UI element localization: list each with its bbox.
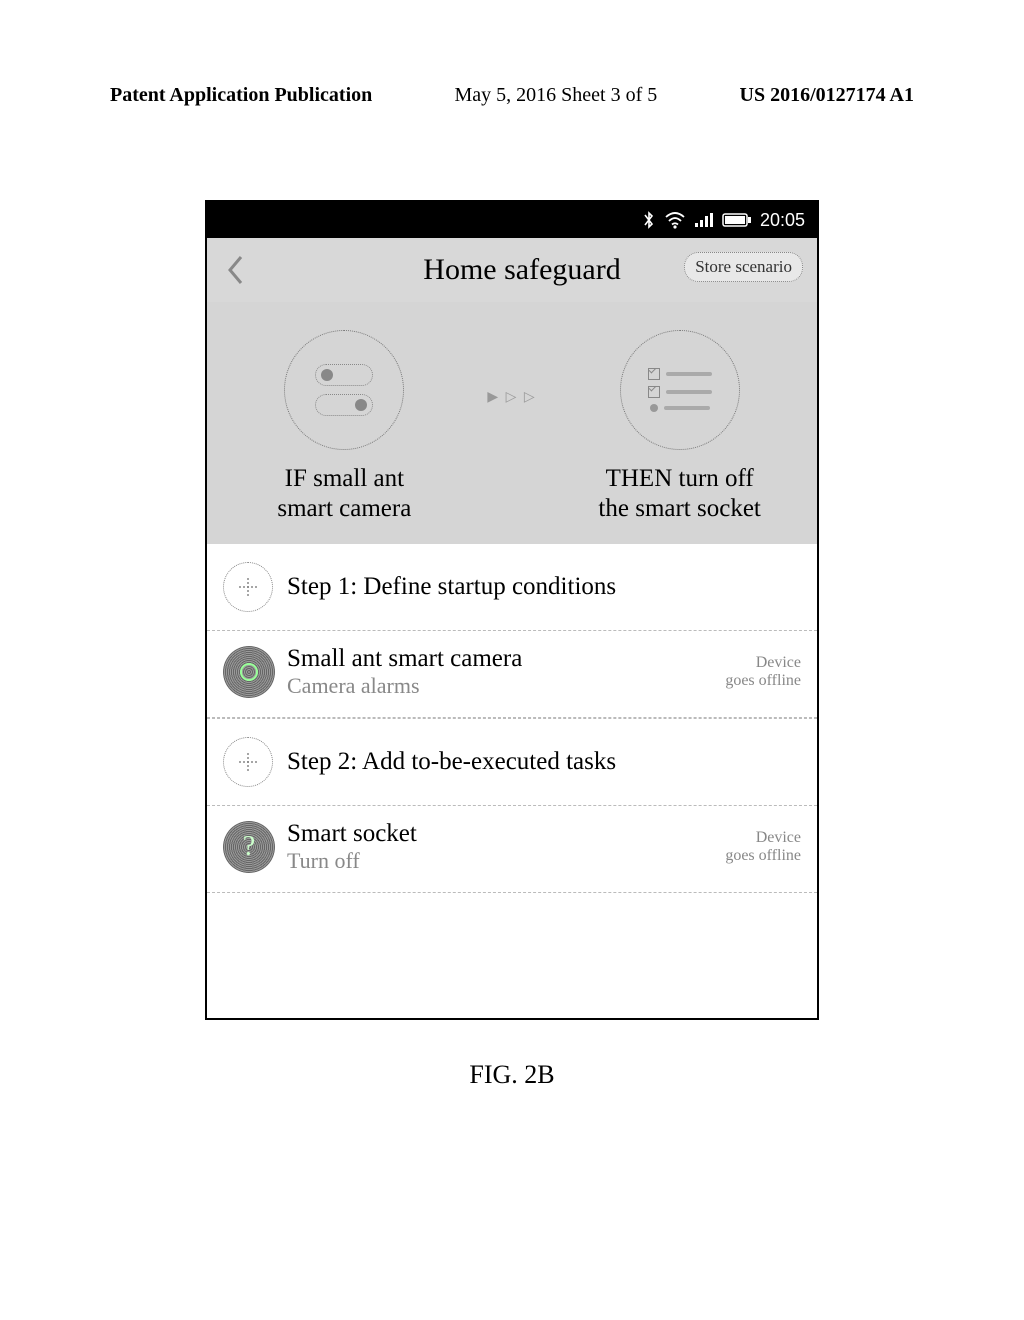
- step1-title: Step 1: Define startup conditions: [287, 573, 616, 601]
- figure-caption: FIG. 2B: [0, 1060, 1024, 1090]
- store-scenario-button[interactable]: Store scenario: [684, 252, 803, 282]
- step2-title: Step 2: Add to-be-executed tasks: [287, 748, 616, 776]
- battery-icon: [722, 212, 752, 228]
- add-condition-button[interactable]: [223, 562, 273, 612]
- task-device-status: Device goes offline: [725, 829, 801, 866]
- socket-device-icon: ?: [223, 821, 275, 873]
- condition-device-status: Device goes offline: [725, 654, 801, 691]
- scenario-panel: IF small ant smart camera ▶ ▷ ▷ THEN tur…: [207, 302, 817, 544]
- arrow-icon: ▶ ▷ ▷: [487, 389, 536, 406]
- wifi-icon: [664, 211, 686, 229]
- condition-device-sub: Camera alarms: [287, 673, 709, 699]
- condition-device-row[interactable]: Small ant smart camera Camera alarms Dev…: [207, 631, 817, 718]
- pub-label: Patent Application Publication: [110, 84, 372, 107]
- status-time: 20:05: [760, 210, 805, 231]
- signal-icon: [694, 212, 714, 228]
- task-device-title: Smart socket: [287, 820, 709, 848]
- app-title-bar: Home safeguard Store scenario: [207, 238, 817, 302]
- camera-toggle-icon: [284, 330, 404, 450]
- condition-device-title: Small ant smart camera: [287, 645, 709, 673]
- add-task-button[interactable]: [223, 737, 273, 787]
- step2-section: Step 2: Add to-be-executed tasks ? Smart…: [207, 719, 817, 893]
- status-bar: 20:05: [207, 202, 817, 238]
- checklist-icon: [620, 330, 740, 450]
- camera-device-icon: [223, 646, 275, 698]
- task-device-sub: Turn off: [287, 848, 709, 874]
- page-header: Patent Application Publication May 5, 20…: [110, 84, 914, 107]
- back-button[interactable]: [221, 250, 251, 290]
- then-action-block[interactable]: THEN turn off the smart socket: [565, 330, 795, 524]
- if-label: IF small ant smart camera: [229, 464, 459, 524]
- task-device-row[interactable]: ? Smart socket Turn off Device goes offl…: [207, 806, 817, 892]
- pub-number: US 2016/0127174 A1: [740, 84, 914, 107]
- phone-screenshot-frame: 20:05 Home safeguard Store scenario IF s…: [205, 200, 819, 1020]
- step1-section: Step 1: Define startup conditions Small …: [207, 544, 817, 719]
- sheet-label: May 5, 2016 Sheet 3 of 5: [455, 84, 658, 107]
- bluetooth-icon: [642, 210, 656, 230]
- then-label: THEN turn off the smart socket: [565, 464, 795, 524]
- if-condition-block[interactable]: IF small ant smart camera: [229, 330, 459, 524]
